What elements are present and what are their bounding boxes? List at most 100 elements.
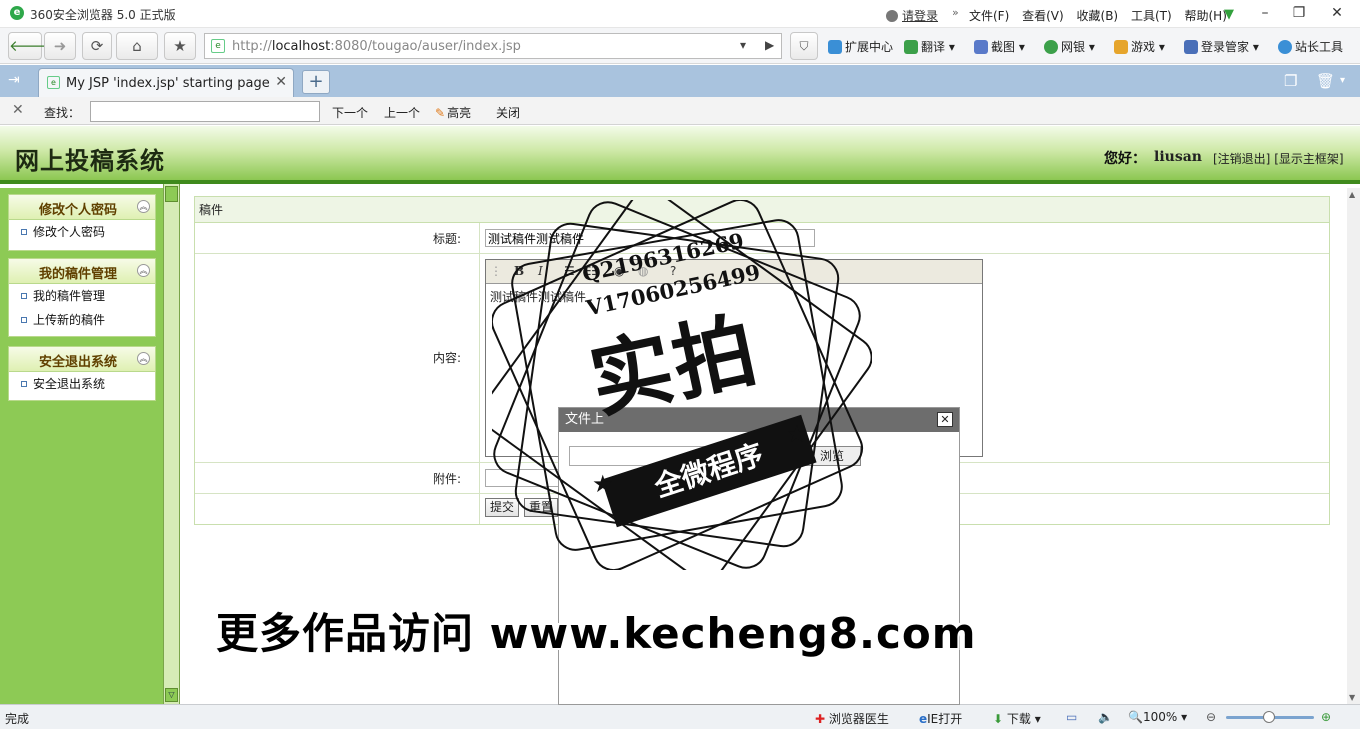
ie-open-button[interactable]: eIE打开 — [919, 710, 962, 727]
panel-header[interactable]: 安全退出系统 ︽ — [9, 347, 155, 372]
go-icon[interactable]: ▶ — [765, 38, 774, 52]
find-input[interactable] — [90, 101, 320, 122]
download-button[interactable]: ⬇ 下载 ▾ — [993, 710, 1041, 727]
file-path-input[interactable] — [569, 446, 801, 466]
vertical-scrollbar[interactable]: ▲ ▼ — [1347, 188, 1360, 704]
sidebar-item-upload-manuscript[interactable]: 上传新的稿件 — [9, 308, 155, 332]
close-find-icon[interactable]: ✕ — [12, 102, 24, 118]
shield-icon[interactable]: ⛉ — [790, 32, 818, 60]
sidebar-toggle-icon[interactable]: ⇥ — [8, 72, 20, 88]
menu-help[interactable]: 帮助(H) — [1184, 9, 1226, 23]
restore-button[interactable]: ❐ — [1284, 2, 1314, 24]
link-icon[interactable]: ◉ — [614, 264, 624, 278]
new-tab-button[interactable]: + — [302, 70, 330, 94]
game-icon — [1114, 40, 1128, 54]
browser-doctor-button[interactable]: ✚ 浏览器医生 — [815, 710, 889, 727]
dialog-close-button[interactable]: ✕ — [937, 412, 953, 427]
system-title: 网上投稿系统 — [15, 146, 165, 175]
find-label: 查找： — [44, 106, 81, 120]
title-label: 标题: — [432, 232, 461, 246]
italic-icon[interactable]: I — [538, 264, 543, 278]
scroll-down-icon[interactable]: ▼ — [1349, 693, 1355, 702]
zoom-in-icon[interactable]: ⊕ — [1321, 710, 1331, 724]
address-dropdown-icon[interactable]: ▾ — [740, 38, 746, 52]
find-close-button[interactable]: 关闭 — [496, 104, 520, 121]
menu-favorites[interactable]: 收藏(B) — [1077, 9, 1119, 23]
bullet-icon — [21, 317, 27, 323]
ext-center[interactable]: 扩展中心 — [828, 38, 893, 55]
splitter-handle[interactable] — [165, 186, 178, 202]
show-frame-link[interactable]: [显示主框架] — [1274, 152, 1343, 166]
minimize-button[interactable]: – — [1250, 2, 1280, 24]
find-highlight-button[interactable]: ✎ 高亮 — [435, 104, 471, 121]
sound-icon[interactable]: 🔈 — [1098, 710, 1113, 724]
trash-icon[interactable]: 🗑 — [1316, 72, 1335, 90]
submit-button[interactable]: 提交 — [485, 498, 520, 517]
menu-tools[interactable]: 工具(T) — [1131, 9, 1172, 23]
greeting-label: 您好： — [1104, 151, 1146, 167]
ext-login-manager[interactable]: 登录管家 ▾ — [1184, 38, 1259, 55]
browser-menubar: 文件(F) 查看(V) 收藏(B) 工具(T) 帮助(H) — [969, 7, 1236, 24]
scroll-up-icon[interactable]: ▲ — [1349, 190, 1355, 199]
close-window-button[interactable]: ✕ — [1322, 2, 1352, 24]
form-caption: 稿件 — [195, 197, 1329, 223]
help-icon[interactable]: ? — [670, 264, 676, 278]
login-link[interactable]: 请登录 — [886, 7, 938, 24]
browser-statusbar: 完成 ✚ 浏览器医生 eIE打开 ⬇ 下载 ▾ ▭ 🔈 🔍100% ▾ ⊖ ⊕ — [0, 704, 1360, 729]
tab-title: My JSP 'index.jsp' starting page — [66, 76, 270, 91]
find-next-button[interactable]: 下一个 — [332, 104, 368, 121]
menu-view[interactable]: 查看(V) — [1022, 9, 1064, 23]
bold-icon[interactable]: B — [514, 264, 524, 278]
sidebar-item-change-password[interactable]: 修改个人密码 — [9, 220, 155, 244]
sidebar-item-my-manuscripts[interactable]: 我的稿件管理 — [9, 284, 155, 308]
dialog-title: 文件上 — [565, 412, 605, 427]
ordered-list-icon[interactable]: ☰ — [564, 264, 575, 278]
logout-link[interactable]: [注销退出] — [1213, 152, 1270, 166]
browser-titlebar: e 360安全浏览器 5.0 正式版 请登录 » 文件(F) 查看(V) 收藏(… — [0, 0, 1360, 28]
zoom-button[interactable]: 🔍100% ▾ — [1128, 710, 1187, 724]
ext-translate[interactable]: 翻译 ▾ — [904, 38, 955, 55]
unlink-icon[interactable]: ◍ — [638, 264, 648, 278]
window-icon[interactable]: ▭ — [1066, 710, 1077, 724]
address-bar[interactable]: e http://localhost:8080/tougao/auser/ind… — [204, 33, 782, 59]
forward-button[interactable]: ➜ — [44, 32, 76, 60]
editor-body[interactable]: 测试稿件测试稿件 — [486, 284, 982, 309]
title-input[interactable] — [485, 229, 815, 247]
home-button[interactable]: ⌂ — [116, 32, 158, 60]
unordered-list-icon[interactable]: ☷ — [586, 264, 597, 278]
tab-active[interactable]: e My JSP 'index.jsp' starting page ✕ — [38, 68, 294, 97]
attachment-input[interactable] — [485, 469, 565, 487]
ext-bank[interactable]: 网银 ▾ — [1044, 38, 1095, 55]
reset-button[interactable]: 重置 — [524, 498, 559, 517]
browse-button[interactable]: 浏览 — [803, 446, 861, 466]
menu-file[interactable]: 文件(F) — [969, 9, 1009, 23]
panel-header[interactable]: 我的稿件管理 ︽ — [9, 259, 155, 284]
zoom-out-icon[interactable]: ⊖ — [1206, 710, 1216, 724]
content-label: 内容: — [432, 351, 461, 365]
refresh-button[interactable]: ⟳ — [82, 32, 112, 60]
sidebar-item-safe-logout[interactable]: 安全退出系统 — [9, 372, 155, 396]
ext-games[interactable]: 游戏 ▾ — [1114, 38, 1165, 55]
splitter-arrow-icon[interactable]: ▽ — [165, 688, 178, 702]
page-icon: e — [47, 76, 60, 89]
collapse-icon[interactable]: ︽ — [137, 264, 150, 277]
collapse-icon[interactable]: ︽ — [137, 352, 150, 365]
restore-tab-icon[interactable]: ❐ — [1284, 72, 1297, 90]
panel-header[interactable]: 修改个人密码 ︽ — [9, 195, 155, 220]
editor-toolbar: ⋮ B I ☰ ☷ ◉ ◍ ? — [486, 260, 982, 284]
back-button[interactable]: 🡐 — [8, 32, 49, 60]
ext-webmaster[interactable]: 站长工具 — [1278, 38, 1343, 55]
skin-icon[interactable]: ▼ — [1224, 7, 1234, 22]
zoom-slider-handle[interactable] — [1263, 711, 1275, 723]
frame-splitter[interactable]: ▽ — [163, 184, 180, 704]
toolbar-grip-icon: ⋮ — [490, 264, 502, 278]
trash-dropdown-icon[interactable]: ▾ — [1340, 75, 1345, 86]
favorite-star-button[interactable]: ★ — [164, 32, 196, 60]
ext-screenshot[interactable]: 截图 ▾ — [974, 38, 1025, 55]
browser-logo-icon: e — [10, 6, 24, 20]
collapse-icon[interactable]: ︽ — [137, 200, 150, 213]
dialog-titlebar: 文件上 ✕ — [559, 408, 959, 432]
find-prev-button[interactable]: 上一个 — [384, 104, 420, 121]
close-tab-icon[interactable]: ✕ — [275, 74, 287, 90]
browser-toolbar: 🡐 ➜ ⟳ ⌂ ★ e http://localhost:8080/tougao… — [0, 28, 1360, 64]
